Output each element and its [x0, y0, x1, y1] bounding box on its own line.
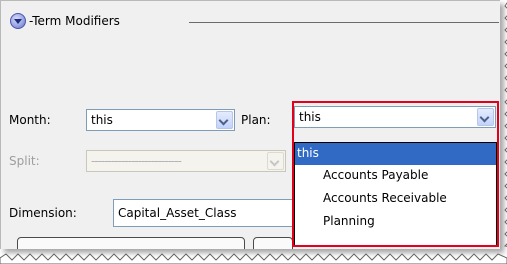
chevron-down-icon[interactable]	[216, 111, 233, 129]
term-modifiers-panel: -Term Modifiers Month: this Plan: Split:…	[0, 0, 500, 249]
month-label: Month:	[9, 113, 51, 127]
bottom-button-left[interactable]	[17, 237, 245, 249]
split-select-value: ---------------------------	[91, 154, 182, 168]
dimension-select[interactable]: Capital_Asset_Class	[113, 199, 303, 227]
callout-highlight	[292, 101, 499, 247]
torn-edge-right	[503, 2, 507, 247]
bottom-button-right[interactable]	[253, 237, 293, 249]
plan-label: Plan:	[241, 113, 271, 127]
group-divider-line	[189, 22, 499, 23]
dimension-label: Dimension:	[9, 206, 77, 220]
chevron-down-icon	[267, 152, 284, 170]
split-label: Split:	[9, 154, 40, 168]
collapse-chevron-icon[interactable]	[10, 13, 26, 29]
dimension-select-value: Capital_Asset_Class	[118, 206, 237, 220]
torn-edge-bottom	[0, 253, 507, 264]
month-select-value: this	[91, 113, 113, 127]
month-select[interactable]: this	[86, 109, 235, 131]
split-select: ---------------------------	[86, 150, 286, 172]
term-modifiers-title: -Term Modifiers	[29, 14, 120, 28]
